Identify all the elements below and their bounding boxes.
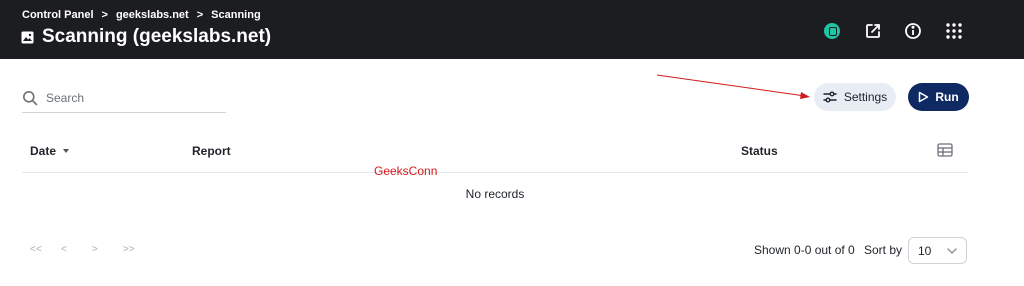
search-icon — [23, 91, 38, 106]
run-button[interactable]: Run — [908, 83, 969, 111]
sliders-icon — [823, 91, 837, 103]
prev-page-button[interactable]: < — [61, 244, 92, 255]
top-header: Control Panel > geekslabs.net > Scanning… — [0, 0, 1024, 59]
pagination-controls: << < > >> — [30, 244, 154, 255]
last-page-button[interactable]: >> — [123, 244, 154, 255]
column-label: Date — [30, 144, 57, 158]
column-label: Report — [192, 144, 231, 158]
sort-desc-icon — [63, 149, 70, 153]
column-header-status[interactable]: Status — [741, 144, 778, 158]
apps-grid-icon[interactable] — [943, 19, 965, 43]
chevron-down-icon — [947, 248, 957, 254]
column-header-date[interactable]: Date — [30, 144, 70, 158]
sort-by-label: Sort by — [864, 243, 903, 257]
next-page-button[interactable]: > — [92, 244, 123, 255]
settings-label: Settings — [843, 90, 888, 104]
table-header: Date Report Status — [22, 138, 968, 173]
table-columns-icon[interactable] — [937, 143, 953, 157]
column-header-report[interactable]: Report — [192, 144, 231, 158]
settings-button[interactable]: Settings — [814, 83, 896, 111]
annotation-arrow — [656, 74, 810, 99]
column-label: Status — [741, 144, 778, 158]
external-link-icon[interactable] — [862, 19, 884, 43]
results-count: Shown 0-0 out of 0 — [754, 243, 855, 257]
avatar-icon[interactable] — [821, 19, 843, 43]
page-size-value: 10 — [918, 243, 932, 258]
watermark-text: GeeksConn — [374, 164, 438, 178]
empty-state-text: No records — [465, 187, 525, 201]
header-actions — [0, 19, 1024, 43]
run-label: Run — [935, 90, 959, 104]
first-page-button[interactable]: << — [30, 244, 61, 255]
info-icon[interactable] — [902, 19, 924, 43]
search-box — [22, 84, 226, 113]
page-size-select[interactable]: 10 — [908, 237, 967, 264]
play-icon — [919, 91, 929, 103]
search-input[interactable] — [46, 91, 216, 105]
